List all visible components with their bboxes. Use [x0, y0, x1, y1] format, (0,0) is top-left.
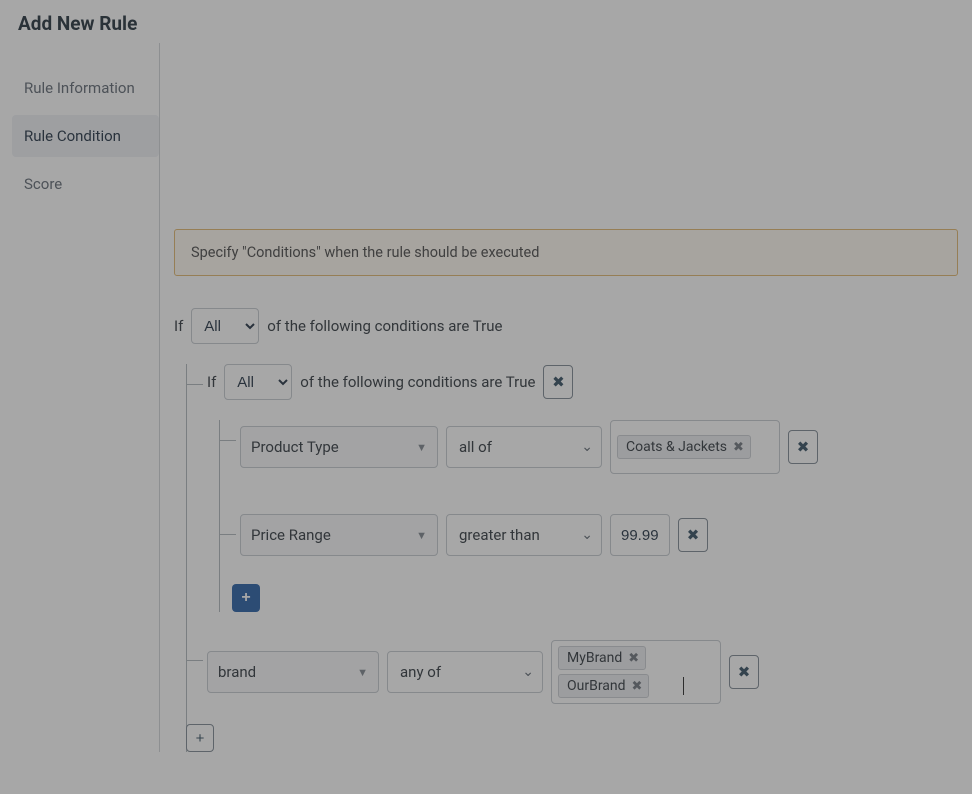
tag-remove-icon[interactable]: ✖ — [733, 440, 744, 455]
add-rule-inner-group-button[interactable]: + — [232, 584, 260, 612]
field-select-label: Product Type — [251, 438, 339, 456]
chevron-down-icon: ⌄ — [522, 664, 534, 680]
tag-coats-jackets: Coats & Jackets ✖ — [617, 435, 751, 459]
operator-label: greater than — [459, 526, 540, 544]
outer-group: If All of the following conditions are T… — [186, 364, 958, 752]
close-icon: ✖ — [797, 438, 810, 456]
field-select-label: brand — [218, 663, 256, 681]
close-icon: ✖ — [687, 526, 700, 544]
rule-row-price-range: Price Range ▼ greater than ⌄ ✖ — [220, 514, 958, 556]
tag-input-product-type[interactable]: Coats & Jackets ✖ — [610, 420, 780, 474]
tab-rule-condition[interactable]: Rule Condition — [12, 115, 159, 157]
tag-remove-icon[interactable]: ✖ — [628, 651, 639, 666]
operator-select-all-of[interactable]: all of ⌄ — [446, 426, 602, 468]
close-icon: ✖ — [552, 373, 565, 391]
remove-inner-group-button[interactable]: ✖ — [543, 365, 573, 399]
group-suffix-label: of the following conditions are True — [267, 317, 502, 335]
field-select-label: Price Range — [251, 526, 331, 544]
field-select-brand[interactable]: brand ▼ — [207, 651, 379, 693]
plus-icon: + — [196, 730, 205, 747]
chevron-down-icon: ⌄ — [581, 439, 593, 455]
tag-label: MyBrand — [567, 650, 622, 666]
tab-score[interactable]: Score — [12, 163, 159, 205]
text-cursor — [683, 677, 684, 695]
tab-rule-information[interactable]: Rule Information — [12, 67, 159, 109]
outer-group-header: If All of the following conditions are T… — [174, 308, 958, 344]
tag-mybrand: MyBrand ✖ — [558, 646, 646, 670]
tag-ourbrand: OurBrand ✖ — [558, 674, 649, 698]
group-suffix-label: of the following conditions are True — [300, 373, 535, 391]
field-select-price-range[interactable]: Price Range ▼ — [240, 514, 438, 556]
inner-group-header: If All of the following conditions are T… — [207, 364, 958, 400]
remove-rule-product-type-button[interactable]: ✖ — [788, 430, 818, 464]
operator-select-any-of[interactable]: any of ⌄ — [387, 651, 543, 693]
main-content: Specify "Conditions" when the rule shoul… — [160, 43, 972, 752]
conditions-info-banner: Specify "Conditions" when the rule shoul… — [174, 229, 958, 276]
tag-label: Coats & Jackets — [626, 439, 727, 455]
remove-rule-price-button[interactable]: ✖ — [678, 518, 708, 552]
inner-group: Product Type ▼ all of ⌄ Coats & Jackets — [219, 420, 958, 612]
value-input-price[interactable] — [610, 514, 670, 556]
group-if-label: If — [174, 317, 183, 335]
operator-select-greater-than[interactable]: greater than ⌄ — [446, 514, 602, 556]
plus-icon: + — [241, 589, 250, 607]
inner-group-container: If All of the following conditions are T… — [187, 364, 958, 612]
close-icon: ✖ — [738, 663, 751, 681]
add-rule-outer-group-button[interactable]: + — [186, 724, 214, 752]
field-select-product-type[interactable]: Product Type ▼ — [240, 426, 438, 468]
rule-row-product-type: Product Type ▼ all of ⌄ Coats & Jackets — [220, 420, 958, 474]
group-if-label: If — [207, 373, 216, 391]
inner-group-mode-select[interactable]: All — [224, 364, 292, 400]
tag-label: OurBrand — [567, 678, 626, 694]
operator-label: all of — [459, 438, 492, 456]
tag-remove-icon[interactable]: ✖ — [632, 679, 643, 694]
rule-row-brand: brand ▼ any of ⌄ MyBrand ✖ OurBrand — [187, 640, 958, 704]
tag-input-brand[interactable]: MyBrand ✖ OurBrand ✖ — [551, 640, 721, 704]
outer-group-mode-select[interactable]: All — [191, 308, 259, 344]
caret-icon: ▼ — [416, 529, 427, 542]
page-title: Add New Rule — [0, 0, 972, 43]
sidebar: Rule Information Rule Condition Score — [12, 43, 160, 752]
caret-icon: ▼ — [416, 441, 427, 454]
caret-icon: ▼ — [357, 666, 368, 679]
operator-label: any of — [400, 663, 441, 681]
chevron-down-icon: ⌄ — [581, 527, 593, 543]
remove-rule-brand-button[interactable]: ✖ — [729, 655, 759, 689]
